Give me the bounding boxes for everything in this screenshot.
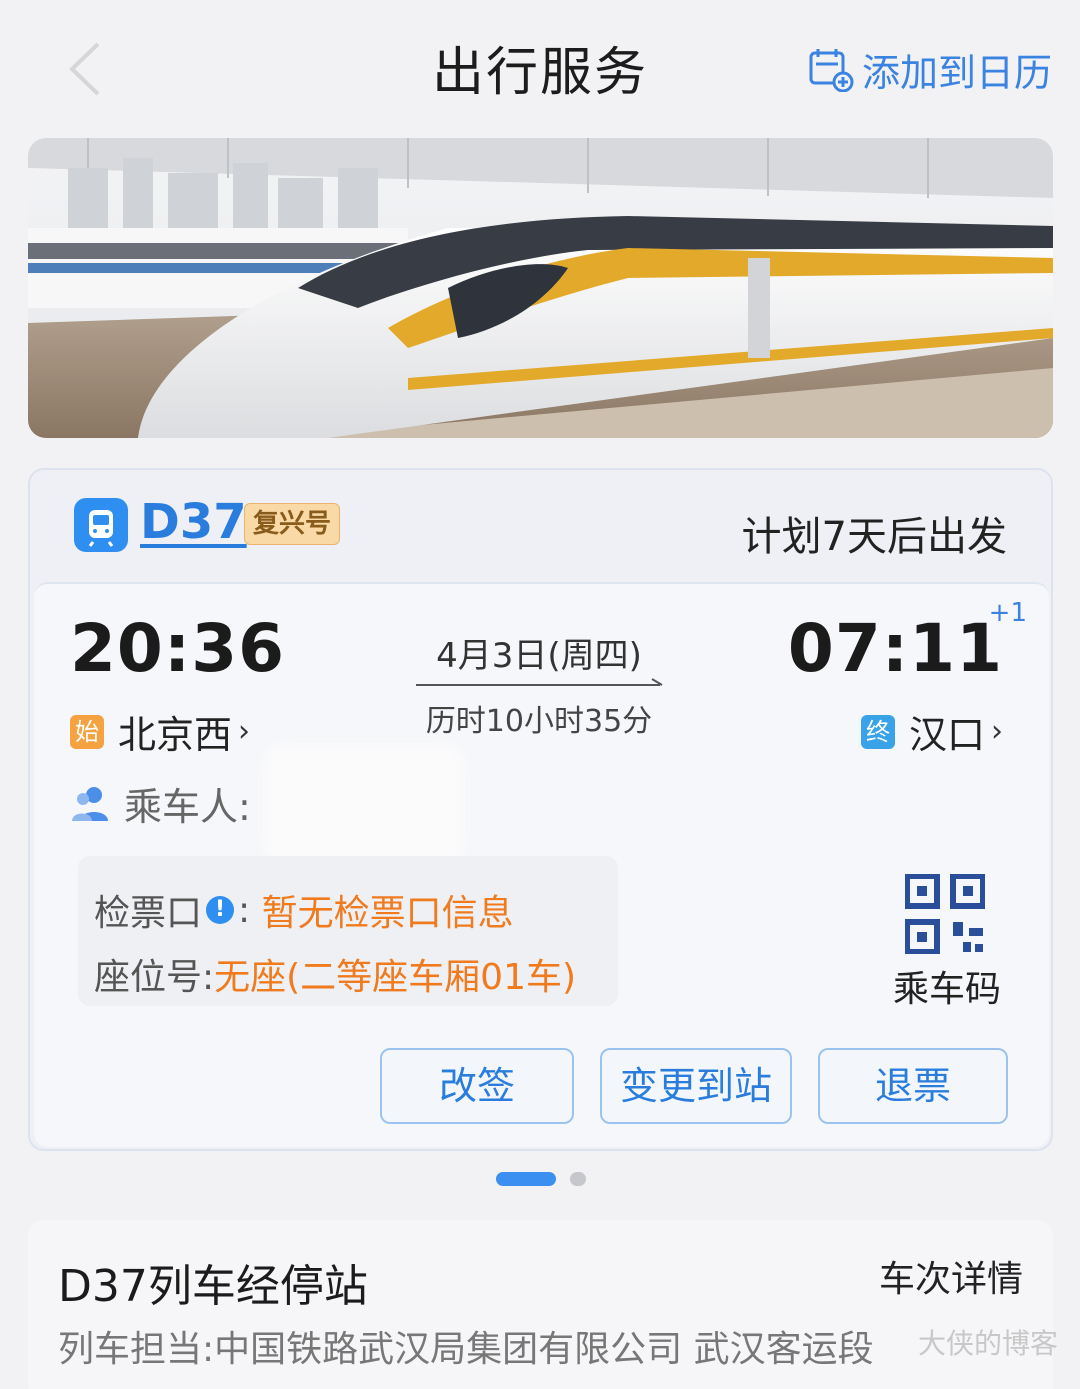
arrival-day-offset: +1 [988, 598, 1027, 628]
trip-duration: 历时10小时35分 [425, 704, 653, 739]
qr-code-label[interactable]: 乘车码 [893, 960, 1001, 1012]
gate-row: 检票口 ! : 暂无检票口信息 [94, 884, 514, 936]
train-detail-link[interactable]: 车次详情 [879, 1250, 1023, 1302]
qr-code-icon[interactable] [905, 874, 985, 954]
arrival-station[interactable]: 终 汉口 › [860, 704, 1003, 759]
ticket-body: 20:36 4月3日(周四) 历时10小时35分 07:11 +1 始 北京西 … [34, 582, 1049, 1147]
train-type-badge: 复兴号 [244, 503, 341, 545]
departure-station[interactable]: 始 北京西 › [70, 704, 250, 759]
seat-value: 无座(二等座车厢01车) [214, 957, 577, 998]
page-dot-active[interactable] [496, 1172, 556, 1186]
add-calendar-label: 添加到日历 [861, 50, 1052, 95]
chevron-right-icon: › [238, 714, 251, 749]
passenger-name-redacted [264, 744, 464, 864]
add-to-calendar-button[interactable]: 添加到日历 [808, 44, 1052, 95]
trip-date: 4月3日(周四) [436, 636, 642, 676]
change-ticket-button[interactable]: 改签 [380, 1048, 574, 1124]
gate-value: 暂无检票口信息 [261, 893, 514, 934]
page-dot[interactable] [570, 1172, 586, 1186]
header: 出行服务 添加到日历 [0, 0, 1080, 130]
seat-row: 座位号: 无座(二等座车厢01车) [94, 948, 576, 1000]
departure-time: 20:36 [70, 610, 286, 687]
seat-label: 座位号: [94, 957, 215, 998]
arrow-right-icon [416, 678, 663, 686]
ticket-card: D37 复兴号 计划7天后出发 20:36 4月3日(周四) 历时10小时35分… [28, 468, 1053, 1151]
ticket-header: D37 复兴号 计划7天后出发 [30, 470, 1051, 580]
departure-station-name: 北京西 [118, 713, 233, 757]
page-indicator [0, 1172, 1080, 1188]
gate-label: 检票口 [94, 893, 203, 934]
refund-button[interactable]: 退票 [818, 1048, 1008, 1124]
change-station-button[interactable]: 变更到站 [600, 1048, 792, 1124]
calendar-add-icon [809, 49, 854, 92]
watermark: 大侠的博客 [917, 1327, 1058, 1360]
stops-title: D37列车经停站 [58, 1261, 368, 1312]
chevron-right-icon: › [991, 714, 1003, 749]
depart-plan-text: 计划7天后出发 [741, 514, 1007, 560]
passenger-label: 乘车人: [124, 785, 251, 829]
train-icon [74, 498, 128, 552]
train-banner-image [28, 138, 1053, 438]
end-badge: 终 [860, 714, 895, 749]
info-icon[interactable]: ! [206, 896, 235, 924]
train-operator: 列车担当:中国铁路武汉局集团有限公司 武汉客运段 [58, 1329, 874, 1370]
stops-card: D37列车经停站 车次详情 列车担当:中国铁路武汉局集团有限公司 武汉客运段 [28, 1220, 1053, 1389]
arrival-time: 07:11 [787, 610, 1003, 687]
passengers-icon [72, 786, 108, 821]
train-number-link[interactable]: D37 [140, 494, 247, 550]
gate-colon: : [238, 889, 262, 931]
passenger-row: 乘车人: [70, 776, 251, 831]
start-badge: 始 [70, 714, 104, 749]
arrival-station-name: 汉口 [908, 713, 985, 757]
